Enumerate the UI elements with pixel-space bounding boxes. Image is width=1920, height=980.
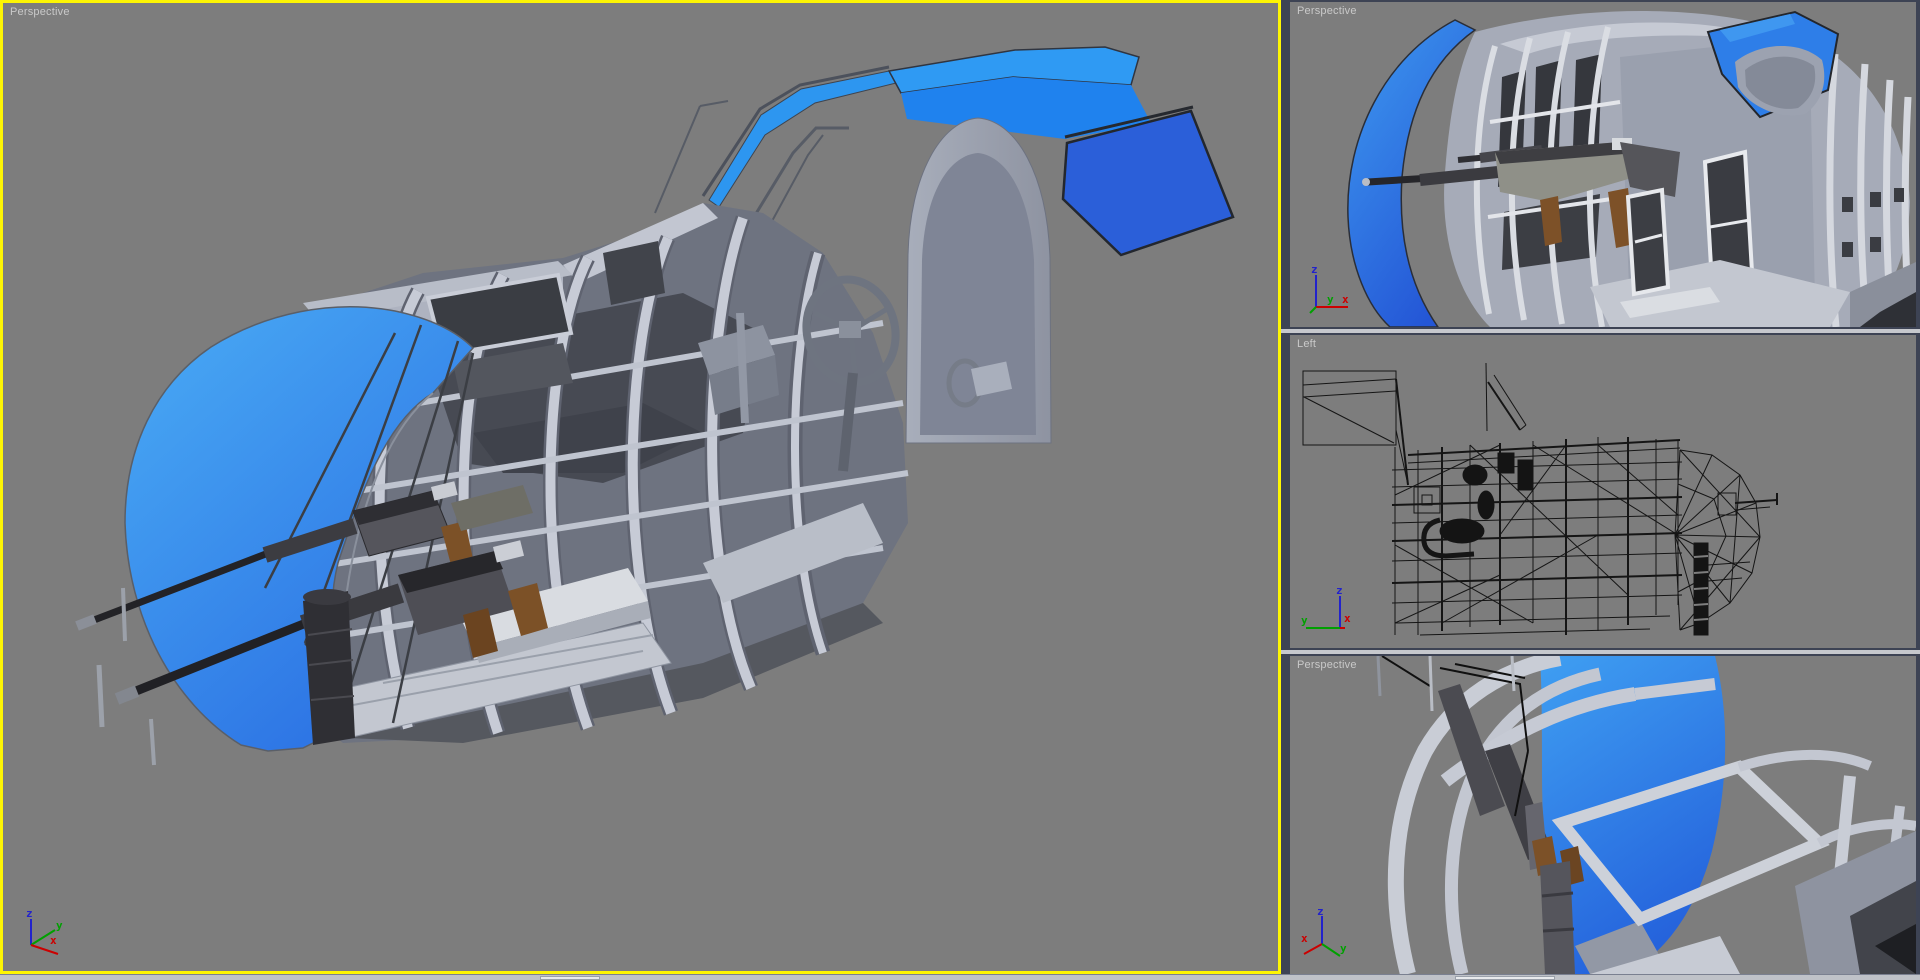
viewport-top-right-perspective[interactable]: Perspective z y x [1290,2,1916,327]
axis-tripod-bottom-right: z x y [1301,906,1347,957]
axis-x-label: x [50,934,57,947]
max-viewport-workspace: { "viewports": { "main": { "label": "Per… [0,0,1920,980]
viewport-main-perspective[interactable]: Perspective z y x [0,0,1281,974]
viewport-label-main[interactable]: Perspective [10,6,70,18]
viewport-splitter-horizontal-2[interactable] [1281,650,1920,654]
viewport-label-left[interactable]: Left [1297,338,1316,350]
scene-main[interactable] [3,3,1278,971]
wireframe-side-view[interactable] [1302,362,1778,636]
nose-frame-closeup[interactable] [1387,656,1916,974]
strip-segment[interactable] [1455,976,1555,980]
axis-tripod-left-view: z y x [1301,584,1351,629]
axis-y-label: y [1301,614,1308,627]
axis-z-label: z [1317,906,1324,918]
viewport-label-bottom-right[interactable]: Perspective [1297,659,1357,671]
axis-tripod-main: z y x [26,907,63,955]
scene-bottom-right[interactable] [1290,656,1916,974]
axis-y-label: y [1340,942,1347,955]
axis-z-label: z [1336,584,1343,597]
axis-z-label: z [1311,263,1318,276]
right-viewport-column: Perspective z y x Left z y x Perspective… [1281,0,1920,974]
axis-x-label: x [1342,293,1349,306]
viewport-bottom-right-perspective[interactable]: Perspective z x y [1290,656,1916,974]
strip-segment[interactable] [540,976,600,980]
scene-top-right[interactable] [1290,2,1916,327]
viewport-label-top-right[interactable]: Perspective [1297,5,1357,17]
axis-x-label: x [1344,612,1351,625]
viewport-splitter-horizontal-1[interactable] [1281,329,1920,333]
axis-y-label: y [1327,293,1334,306]
axis-z-label: z [26,907,33,920]
axis-y-label: y [56,919,63,932]
axis-tripod-top-right: z y x [1309,263,1349,314]
scene-left-wireframe[interactable] [1290,335,1916,648]
axis-x-label: x [1301,932,1308,945]
window-bottom-strip [0,974,1920,980]
viewport-left-wireframe[interactable]: Left z y x [1290,335,1916,648]
